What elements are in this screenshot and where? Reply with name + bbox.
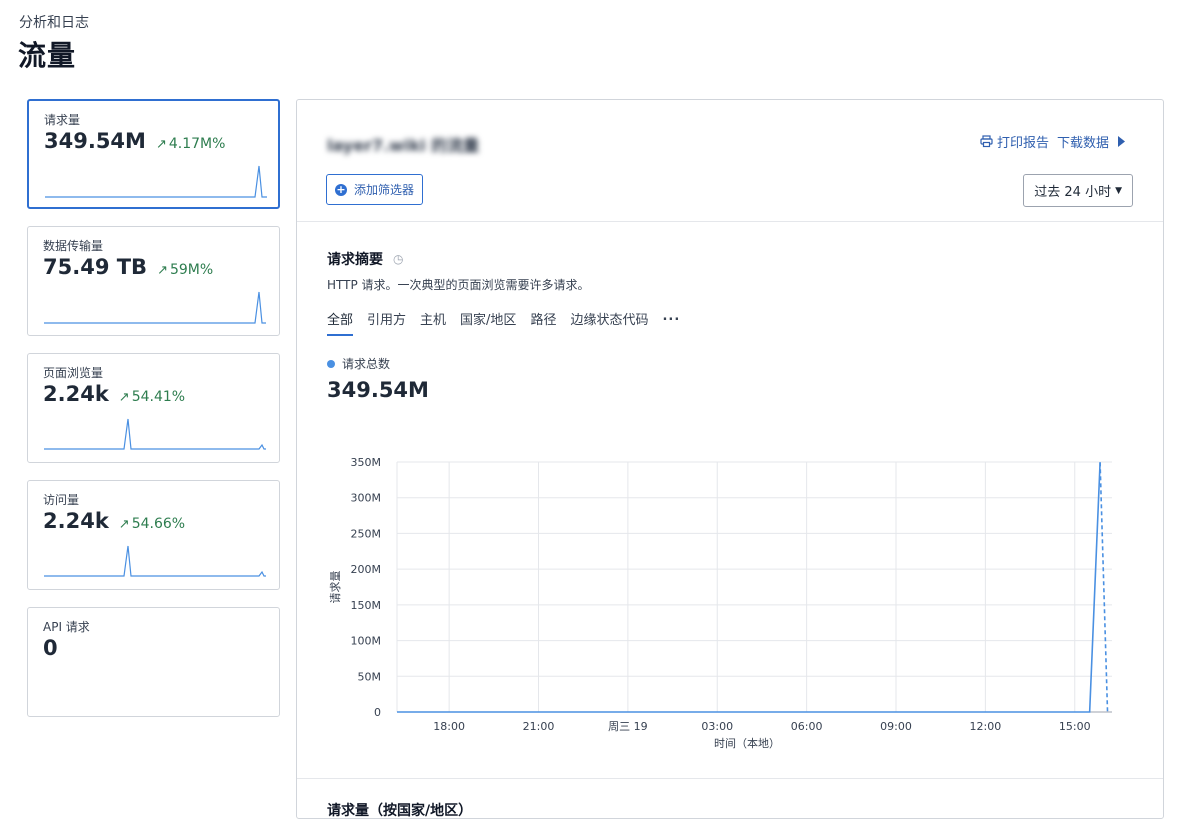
y-tick-label: 100M <box>351 635 382 648</box>
metric-value: 2.24k <box>43 509 109 533</box>
y-tick-label: 0 <box>374 706 381 719</box>
metric-change: 59M% <box>169 262 214 278</box>
legend-dot <box>327 359 335 368</box>
y-tick-label: 300M <box>351 492 382 505</box>
metric-label: 访问量 <box>43 493 80 507</box>
x-tick-label: 18:00 <box>433 720 465 733</box>
x-tick-label: 21:00 <box>523 720 555 733</box>
trend-up-icon: ↗ <box>155 137 167 152</box>
divider <box>297 778 1163 779</box>
requests-chart: 0 50M 100M 150M 200M 250M 300M 350M 18:00 21:00 周三… <box>329 456 1112 750</box>
y-tick-label: 50M <box>358 670 382 683</box>
zone-title: layer7.wiki 的流量 <box>327 136 480 155</box>
section-title: 请求摘要 <box>327 252 383 268</box>
tab-country[interactable]: 国家/地区 <box>460 309 516 336</box>
sparkline <box>44 545 266 577</box>
section-description: HTTP 请求。一次典型的页面浏览需要许多请求。 <box>327 278 590 292</box>
printer-icon <box>980 135 993 148</box>
series-line <box>1099 462 1109 713</box>
legend-label: 请求总数 <box>342 357 391 371</box>
x-tick-label: 12:00 <box>970 720 1002 733</box>
clock-icon[interactable]: ◷ <box>393 252 403 266</box>
caret-right-icon[interactable] <box>1117 136 1125 147</box>
time-range-select[interactable]: 过去 24 小时 ▼ <box>1023 174 1133 207</box>
metric-card-page-views[interactable]: 页面浏览量 2.24k ↗ 54.41% <box>27 353 280 463</box>
metric-change: 54.41% <box>131 389 186 405</box>
next-section-title: 请求量（按国家/地区） <box>327 803 473 819</box>
metric-label: 页面浏览量 <box>43 366 104 380</box>
sparkline <box>45 165 267 198</box>
metric-value: 0 <box>43 636 58 660</box>
metric-card-requests[interactable]: 请求量 349.54M ↗ 4.17M% <box>27 99 280 209</box>
x-tick-label: 09:00 <box>880 720 912 733</box>
trend-up-icon: ↗ <box>157 263 168 278</box>
tab-referer[interactable]: 引用方 <box>367 309 406 336</box>
y-tick-label: 350M <box>351 456 382 469</box>
y-tick-label: 150M <box>351 599 382 612</box>
metric-value: 2.24k <box>43 382 109 406</box>
tab-more-icon[interactable]: ... <box>662 309 680 336</box>
metric-value: 75.49 TB <box>43 255 148 279</box>
y-tick-label: 250M <box>351 527 382 540</box>
trend-up-icon: ↗ <box>118 390 130 405</box>
sparkline <box>44 418 266 450</box>
tab-path[interactable]: 路径 <box>530 309 556 336</box>
chevron-down-icon: ▼ <box>1115 185 1122 196</box>
traffic-panel: layer7.wiki 的流量 打印报告 下载数据 + 添加筛选器 过去 24 … <box>296 99 1164 819</box>
x-tick-label: 15:00 <box>1059 720 1091 733</box>
print-report-link[interactable]: 打印报告 <box>980 132 1049 151</box>
add-filter-button[interactable]: + 添加筛选器 <box>326 174 424 205</box>
tab-edge-status[interactable]: 边缘状态代码 <box>570 309 648 336</box>
tab-host[interactable]: 主机 <box>420 309 446 336</box>
series-line <box>397 462 1101 713</box>
total-requests-value: 349.54M <box>327 378 429 402</box>
sparkline <box>44 291 266 324</box>
add-filter-label: 添加筛选器 <box>354 183 415 197</box>
summary-tabs: 全部 引用方 主机 国家/地区 路径 边缘状态代码 ... <box>327 309 680 336</box>
chart-legend: 请求总数 <box>327 355 390 372</box>
x-tick-label: 06:00 <box>791 720 823 733</box>
trend-up-icon: ↗ <box>118 517 130 532</box>
metric-label: 数据传输量 <box>43 239 104 253</box>
breadcrumb: 分析和日志 <box>19 15 89 31</box>
metric-card-api-requests[interactable]: API 请求 0 <box>27 607 280 717</box>
metric-change: 4.17M% <box>168 136 226 152</box>
divider <box>297 221 1163 222</box>
time-range-value: 过去 24 小时 <box>1034 185 1112 200</box>
metric-label: 请求量 <box>44 113 81 127</box>
x-tick-label: 周三 19 <box>608 720 648 733</box>
metric-card-visits[interactable]: 访问量 2.24k ↗ 54.66% <box>27 480 280 590</box>
download-data-label: 下载数据 <box>1056 136 1109 151</box>
metric-label: API 请求 <box>43 620 90 634</box>
y-tick-label: 200M <box>351 563 382 576</box>
print-report-label: 打印报告 <box>996 136 1049 151</box>
page-title: 流量 <box>18 39 77 72</box>
metric-change: 54.66% <box>131 516 186 532</box>
x-axis-label: 时间（本地） <box>714 736 780 750</box>
download-data-link[interactable]: 下载数据 <box>1057 132 1109 151</box>
x-tick-label: 03:00 <box>701 720 733 733</box>
metric-value: 349.54M <box>44 129 146 153</box>
metric-card-data-transfer[interactable]: 数据传输量 75.49 TB ↗ 59M% <box>27 226 280 336</box>
y-axis-label: 请求量 <box>329 571 342 604</box>
plus-circle-icon: + <box>335 182 347 196</box>
tab-all[interactable]: 全部 <box>327 309 354 336</box>
